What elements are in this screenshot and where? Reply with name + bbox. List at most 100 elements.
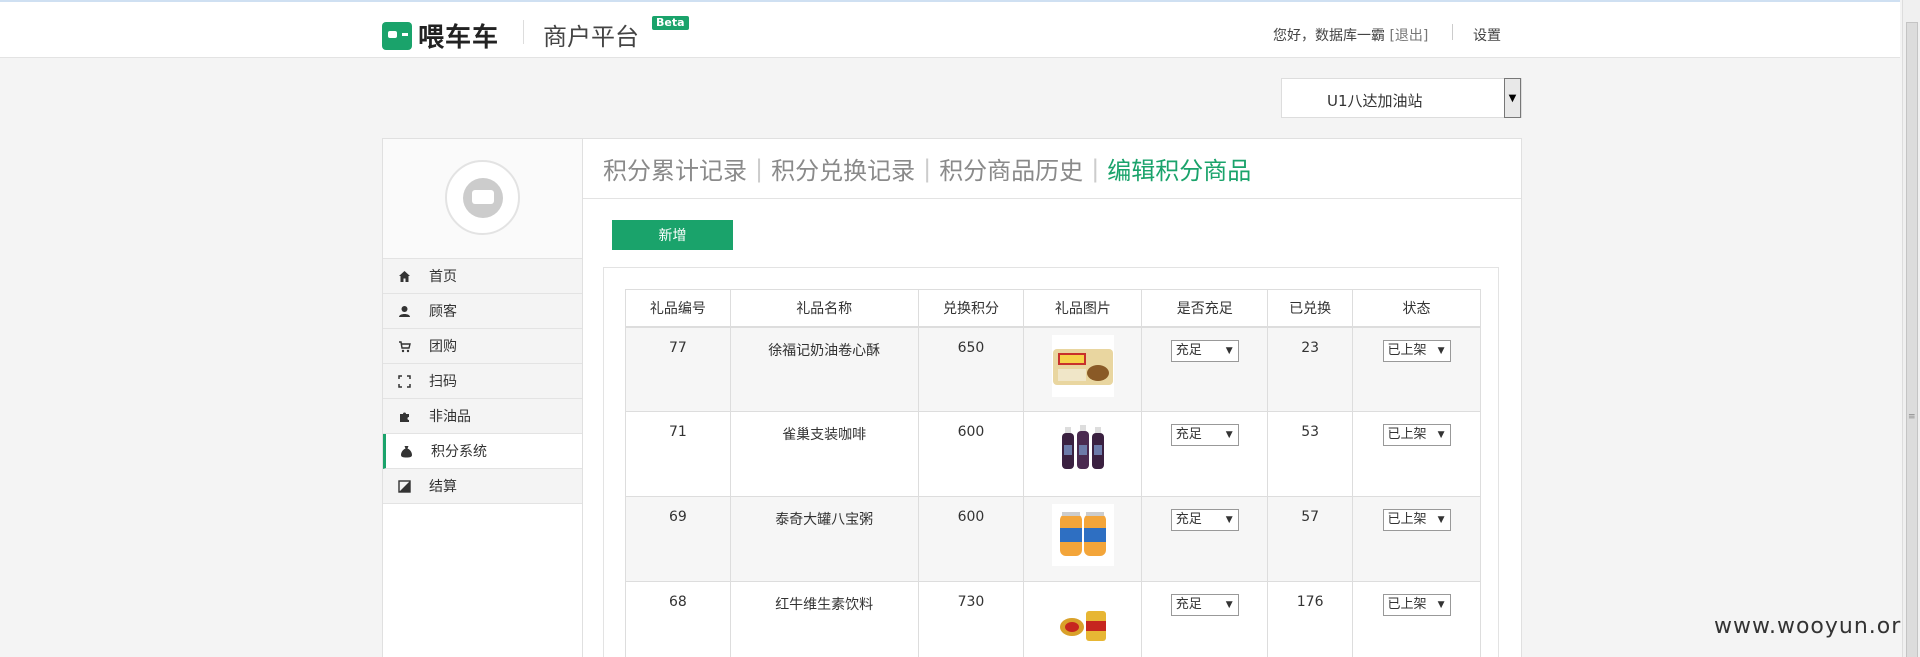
scrollbar-thumb[interactable] [1906,22,1918,657]
main-panel: 积分累计记录 | 积分兑换记录 | 积分商品历史 | 编辑积分商品 新增 礼品编… [582,138,1522,657]
redeemed-count: 57 [1267,496,1354,582]
gift-name: 泰奇大罐八宝粥 [729,496,919,582]
station-select[interactable]: U1八达加油站 ▼ [1281,78,1522,118]
status-select-value: 已上架 [1387,342,1427,358]
logo[interactable]: 喂车车 [382,17,499,54]
status-cell: 已上架 ▼ [1352,411,1481,497]
column-header: 是否充足 [1141,289,1269,328]
tab-separator: | [755,154,764,183]
status-select[interactable]: 已上架 ▼ [1382,594,1451,616]
scrollbar[interactable]: ≡ [1902,0,1920,657]
stock-select-value: 充足 [1175,342,1202,358]
sidebar-item-points[interactable]: 积分系统 [383,434,582,469]
sidebar: 首页 顾客 团购 扫码 非油品 积分系统 结算 [382,138,583,657]
dropdown-arrow-icon[interactable]: ▼ [1504,78,1521,118]
platform-title: 商户平台 [543,23,639,51]
gift-id: 71 [625,411,731,497]
caret-down-icon: ▼ [1437,430,1445,440]
gift-id: 69 [625,496,731,582]
gift-name: 徐福记奶油卷心酥 [729,326,919,412]
sidebar-item-label: 团购 [429,339,457,355]
caret-down-icon: ▼ [1225,430,1233,440]
gift-points: 730 [917,581,1025,657]
puzzle-icon [397,409,411,423]
stock-select[interactable]: 充足 ▼ [1170,424,1239,446]
gift-points: 650 [917,326,1025,412]
sidebar-item-nonoil[interactable]: 非油品 [383,399,582,434]
logout-link[interactable]: [退出] [1389,28,1428,44]
status-select[interactable]: 已上架 ▼ [1382,424,1451,446]
table-row: 71 雀巢支装咖啡 600 充足 ▼ 53 已上架 ▼ [625,411,1481,497]
status-cell: 已上架 ▼ [1352,496,1481,582]
sidebar-item-customers[interactable]: 顾客 [383,294,582,329]
tab-points-redemption[interactable]: 积分兑换记录 [771,151,915,186]
stock-select[interactable]: 充足 ▼ [1170,339,1239,362]
sidebar-item-label: 扫码 [429,374,457,390]
sidebar-item-home[interactable]: 首页 [383,259,582,294]
settle-icon [397,479,411,493]
stock-cell: 充足 ▼ [1141,326,1269,412]
status-select-value: 已上架 [1387,597,1427,612]
status-cell: 已上架 ▼ [1352,326,1481,412]
tab-separator: | [923,154,932,183]
column-header: 状态 [1352,289,1481,328]
sidebar-item-groupbuy[interactable]: 团购 [383,329,582,364]
stock-cell: 充足 ▼ [1141,411,1269,497]
gift-image-cell [1023,581,1143,657]
cart-icon [397,339,411,353]
tab-bar: 积分累计记录 | 积分兑换记录 | 积分商品历史 | 编辑积分商品 [583,139,1521,199]
column-header: 礼品名称 [729,289,919,328]
avatar[interactable] [445,160,520,235]
redeemed-count: 176 [1267,581,1354,657]
home-icon [397,269,411,283]
money-bag-icon [399,444,413,458]
header-divider [523,20,524,44]
status-select-value: 已上架 [1387,427,1427,442]
caret-down-icon: ▼ [1437,345,1445,356]
stock-select-value: 充足 [1175,512,1202,527]
stock-select[interactable]: 充足 ▼ [1170,509,1239,531]
status-cell: 已上架 ▼ [1352,581,1481,657]
column-header: 已兑换 [1267,289,1354,328]
sidebar-item-label: 结算 [429,479,457,495]
caret-down-icon: ▼ [1225,600,1233,610]
sidebar-item-label: 顾客 [429,304,457,320]
redbull-cans-image [1051,589,1114,651]
gift-table: 礼品编号 礼品名称 兑换积分 礼品图片 是否充足 已兑换 状态 77 徐福记奶油… [625,289,1481,657]
caret-down-icon: ▼ [1437,515,1445,525]
tab-edit-points-goods[interactable]: 编辑积分商品 [1107,151,1251,186]
stock-select-value: 充足 [1175,597,1202,612]
gift-points: 600 [917,411,1025,497]
user-info: 您好，数据库一霸 [退出] [1273,25,1428,45]
station-select-value: U1八达加油站 [1327,92,1423,110]
status-select-value: 已上架 [1387,512,1427,527]
gift-name: 红牛维生素饮料 [729,581,919,657]
column-header: 兑换积分 [917,289,1025,328]
stock-cell: 充足 ▼ [1141,496,1269,582]
status-select[interactable]: 已上架 ▼ [1382,339,1451,362]
table-row: 68 红牛维生素饮料 730 充足 ▼ 176 已上架 ▼ [625,581,1481,657]
sidebar-item-label: 积分系统 [431,444,487,460]
tab-points-accumulation[interactable]: 积分累计记录 [603,151,747,186]
settings-link[interactable]: 设置 [1473,25,1501,45]
add-button[interactable]: 新增 [612,220,733,250]
gift-id: 68 [625,581,731,657]
beta-badge: Beta [652,16,689,30]
sidebar-item-label: 非油品 [429,409,471,425]
caret-down-icon: ▼ [1225,515,1233,525]
redeemed-count: 53 [1267,411,1354,497]
gift-name: 雀巢支装咖啡 [729,411,919,497]
porridge-cans-image [1051,504,1114,566]
table-header-row: 礼品编号 礼品名称 兑换积分 礼品图片 是否充足 已兑换 状态 [625,289,1481,328]
scrollbar-grip-icon: ≡ [1908,412,1916,422]
coffee-bottles-image [1051,419,1114,481]
sidebar-item-scan[interactable]: 扫码 [383,364,582,399]
status-select[interactable]: 已上架 ▼ [1382,509,1451,531]
tab-separator: | [1091,154,1100,183]
sidebar-item-settlement[interactable]: 结算 [383,469,582,504]
tab-points-goods-history[interactable]: 积分商品历史 [939,151,1083,186]
stock-select[interactable]: 充足 ▼ [1170,594,1239,616]
watermark: www.wooyun.org [1714,614,1916,639]
caret-down-icon: ▼ [1437,600,1445,610]
logo-text: 喂车车 [418,23,500,53]
